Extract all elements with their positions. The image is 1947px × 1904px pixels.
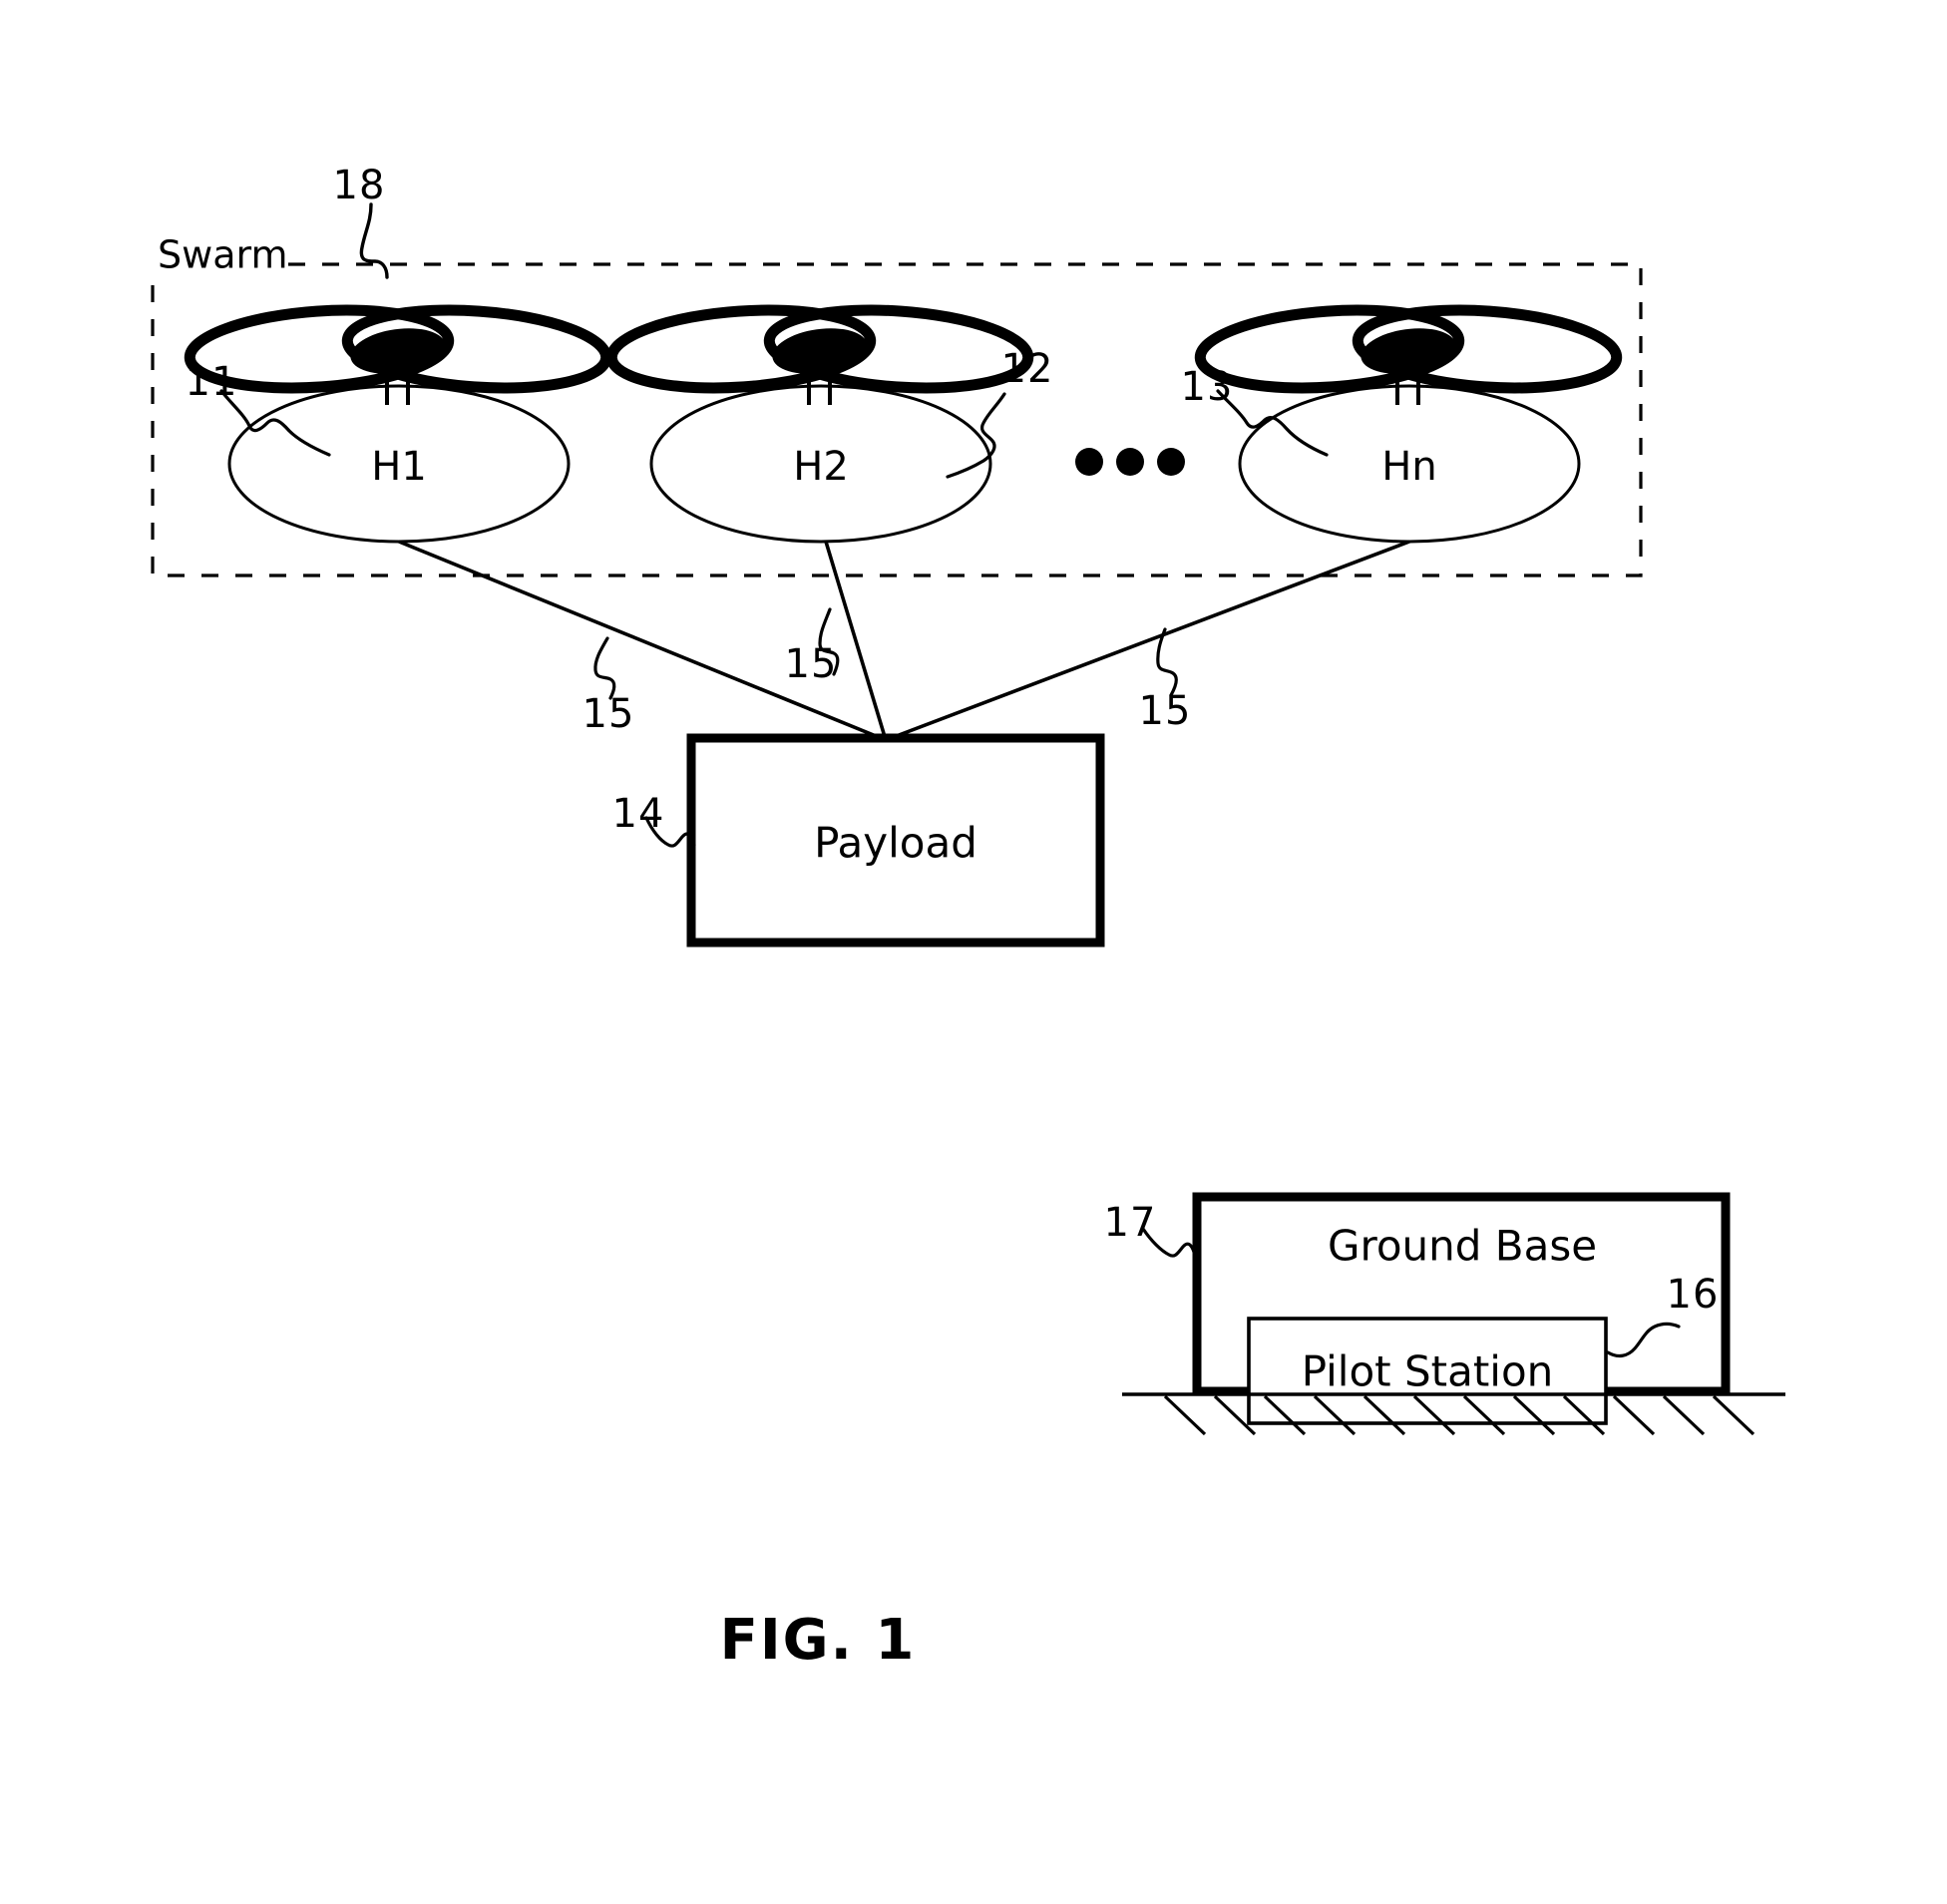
ref-15-left-leader <box>593 636 616 700</box>
swarm-label: Swarm <box>158 233 287 277</box>
drone-h2-name: H2 <box>793 444 849 490</box>
figure-canvas: H1 H2 Hn Payload Ground Base Pilot Stati… <box>150 163 1785 1673</box>
ground-base-label: Ground Base <box>1328 1222 1597 1271</box>
pilot-station-label: Pilot Station <box>1302 1347 1554 1396</box>
drone-h1: H1 <box>184 304 612 544</box>
drone-hn-rotor-hub <box>1361 328 1456 374</box>
ref-number-15-middle: 15 <box>785 641 838 687</box>
drone-h1-rotor-hub <box>350 328 446 374</box>
figure-caption: FIG. 1 <box>720 1608 917 1673</box>
ref-18-leader <box>359 202 389 279</box>
drone-hn-name: Hn <box>1381 444 1436 490</box>
ref-number-12: 12 <box>1001 346 1054 392</box>
ref-number-11: 11 <box>186 359 238 405</box>
ellipsis-dot-3 <box>1157 448 1185 476</box>
ref-number-18: 18 <box>333 163 386 208</box>
ref-number-15-left: 15 <box>583 691 635 737</box>
ref-number-15-right: 15 <box>1139 688 1192 734</box>
ref-number-16: 16 <box>1667 1272 1720 1318</box>
ellipsis-dot-2 <box>1116 448 1144 476</box>
drone-h2-rotor-hub <box>772 328 868 374</box>
swarm-ellipsis <box>1075 448 1185 476</box>
ref-number-17: 17 <box>1104 1200 1157 1246</box>
ref-number-14: 14 <box>612 791 665 837</box>
payload-label: Payload <box>814 819 977 868</box>
patent-figure: H1 H2 Hn Payload Ground Base Pilot Stati… <box>0 0 1947 1904</box>
drone-h2: H2 <box>605 304 1034 544</box>
ref-15-right-leader <box>1156 627 1178 697</box>
ref-number-13: 13 <box>1181 364 1234 410</box>
ellipsis-dot-1 <box>1075 448 1103 476</box>
drone-h1-name: H1 <box>371 444 427 490</box>
